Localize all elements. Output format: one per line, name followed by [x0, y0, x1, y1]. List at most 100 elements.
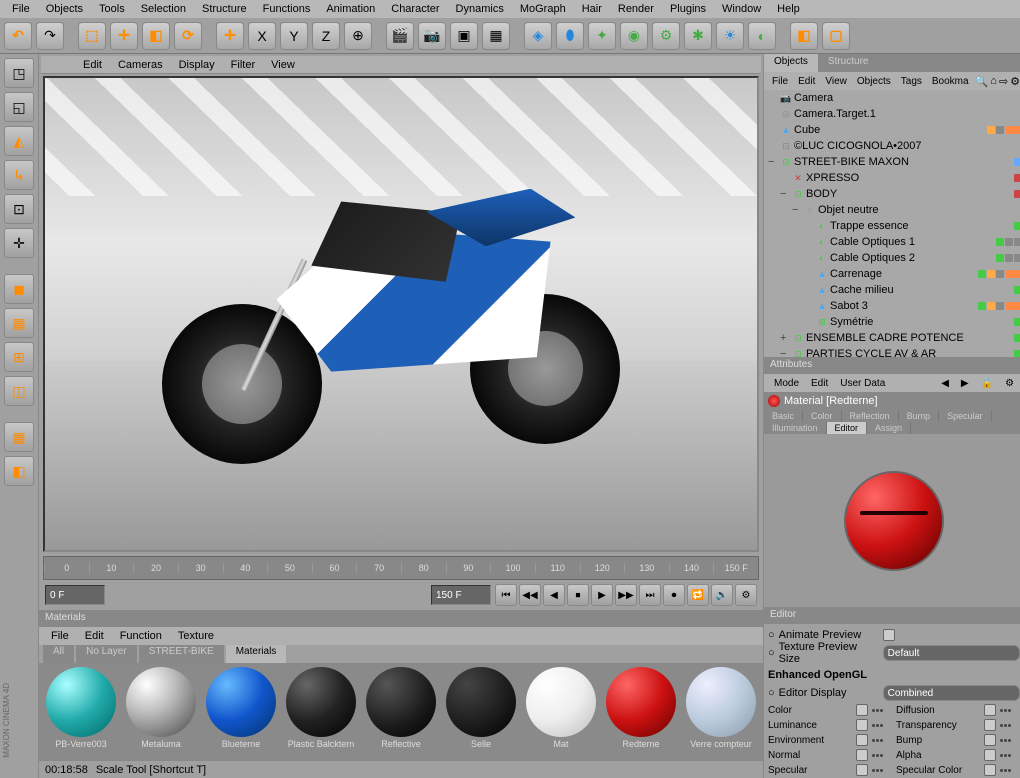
tool-button[interactable]: ◼ — [4, 274, 34, 304]
playback-button[interactable]: ⏮ — [495, 584, 517, 606]
tree-expand-icon[interactable]: − — [780, 188, 790, 200]
playback-button[interactable]: 🔁 — [687, 584, 709, 606]
tag-icon[interactable] — [1014, 270, 1020, 278]
tree-row[interactable]: ◐ Cable Optiques 1 — [764, 234, 1020, 250]
tree-row[interactable]: ▲ Cube — [764, 122, 1020, 138]
playback-button[interactable]: ⏹ — [567, 584, 589, 606]
tag-icon[interactable] — [996, 126, 1004, 134]
channel-menu-icon[interactable] — [872, 754, 892, 757]
toolbar-button[interactable]: ▢ — [822, 22, 850, 50]
material-item[interactable]: Reflective — [363, 667, 439, 756]
materials-menu-texture[interactable]: Texture — [172, 630, 220, 642]
tag-icon[interactable] — [1005, 254, 1013, 262]
toolbar-button[interactable]: X — [248, 22, 276, 50]
tree-row[interactable]: ▲ Sabot 3 — [764, 298, 1020, 314]
tool-button[interactable]: ◭ — [4, 126, 34, 156]
tool-button[interactable]: ⊞ — [4, 342, 34, 372]
objects-menu-bookma[interactable]: Bookma — [928, 76, 973, 87]
toolbar-button[interactable]: ✦ — [588, 22, 616, 50]
tree-expand-icon[interactable]: − — [792, 204, 802, 216]
tex-preview-size-dropdown[interactable]: Default — [883, 645, 1020, 661]
tool-button[interactable]: ◫ — [4, 376, 34, 406]
objects-menu-edit[interactable]: Edit — [794, 76, 819, 87]
tag-icon[interactable] — [1014, 286, 1020, 294]
objects-toolbar-icon[interactable]: ⇨ — [999, 75, 1008, 88]
tag-icon[interactable] — [1014, 190, 1020, 198]
menu-file[interactable]: File — [6, 3, 36, 15]
objects-tab-structure[interactable]: Structure — [818, 54, 879, 72]
tool-button[interactable]: ▦ — [4, 308, 34, 338]
tag-icon[interactable] — [1014, 238, 1020, 246]
channel-checkbox[interactable] — [984, 719, 996, 731]
menu-plugins[interactable]: Plugins — [664, 3, 712, 15]
tree-row[interactable]: ✕ XPRESSO — [764, 170, 1020, 186]
toolbar-button[interactable]: ✛ — [110, 22, 138, 50]
menu-character[interactable]: Character — [385, 3, 445, 15]
materials-tab[interactable]: Materials — [226, 645, 287, 663]
tree-row[interactable]: 📷 Camera — [764, 90, 1020, 106]
toolbar-button[interactable]: ⊕ — [344, 22, 372, 50]
tree-row[interactable]: ⊡ ©LUC CICOGNOLA•2007 — [764, 138, 1020, 154]
toolbar-button[interactable]: 📷 — [418, 22, 446, 50]
tag-icon[interactable] — [996, 238, 1004, 246]
lock-icon[interactable]: 🔒 — [977, 378, 997, 389]
tag-icon[interactable] — [1014, 254, 1020, 262]
material-item[interactable]: Plastic Balcktern — [283, 667, 359, 756]
channel-menu-icon[interactable] — [872, 739, 892, 742]
channel-menu-icon[interactable] — [1000, 769, 1020, 772]
tree-row[interactable]: − ⊡ STREET-BIKE MAXON — [764, 154, 1020, 170]
toolbar-button[interactable]: ▣ — [450, 22, 478, 50]
toolbar-button[interactable]: ◉ — [620, 22, 648, 50]
channel-menu-icon[interactable] — [1000, 724, 1020, 727]
tag-icon[interactable] — [1014, 302, 1020, 310]
tag-icon[interactable] — [987, 302, 995, 310]
tree-row[interactable]: ◎ Camera.Target.1 — [764, 106, 1020, 122]
toolbar-button[interactable]: ✛ — [216, 22, 244, 50]
tag-icon[interactable] — [1014, 174, 1020, 182]
menu-structure[interactable]: Structure — [196, 3, 253, 15]
tag-icon[interactable] — [1005, 126, 1013, 134]
playback-button[interactable]: ▶ — [591, 584, 613, 606]
tool-button[interactable]: ↳ — [4, 160, 34, 190]
tag-icon[interactable] — [978, 302, 986, 310]
channel-menu-icon[interactable] — [872, 769, 892, 772]
menu-window[interactable]: Window — [716, 3, 767, 15]
playback-button[interactable]: ⏭ — [639, 584, 661, 606]
viewport-menu-filter[interactable]: Filter — [225, 59, 261, 71]
tool-button[interactable]: ◳ — [4, 58, 34, 88]
objects-menu-objects[interactable]: Objects — [853, 76, 895, 87]
channel-checkbox[interactable] — [984, 764, 996, 776]
channel-checkbox[interactable] — [984, 734, 996, 746]
tag-icon[interactable] — [1014, 222, 1020, 230]
tag-icon[interactable] — [987, 126, 995, 134]
frame-end-field[interactable]: 150 F — [431, 585, 491, 605]
tag-icon[interactable] — [1014, 126, 1020, 134]
menu-hair[interactable]: Hair — [576, 3, 608, 15]
tag-icon[interactable] — [996, 302, 1004, 310]
materials-tab[interactable]: No Layer — [76, 645, 137, 663]
channel-checkbox[interactable] — [856, 734, 868, 746]
attr-nav-icon[interactable]: ◀ — [937, 378, 953, 389]
playback-button[interactable]: ◀◀ — [519, 584, 541, 606]
playback-button[interactable]: 🔊 — [711, 584, 733, 606]
tool-button[interactable]: ◱ — [4, 92, 34, 122]
animate-preview-checkbox[interactable] — [883, 629, 895, 641]
objects-menu-file[interactable]: File — [768, 76, 792, 87]
objects-menu-view[interactable]: View — [821, 76, 851, 87]
menu-objects[interactable]: Objects — [40, 3, 89, 15]
toolbar-button[interactable]: ⬚ — [78, 22, 106, 50]
frame-start-field[interactable]: 0 F — [45, 585, 105, 605]
tree-row[interactable]: − ○ Objet neutre — [764, 202, 1020, 218]
playback-button[interactable]: ⚙ — [735, 584, 757, 606]
channel-checkbox[interactable] — [984, 749, 996, 761]
toolbar-button[interactable]: 🎬 — [386, 22, 414, 50]
viewport-3d[interactable] — [43, 76, 759, 552]
toolbar-button[interactable]: ⚙ — [652, 22, 680, 50]
channel-checkbox[interactable] — [856, 704, 868, 716]
tree-expand-icon[interactable]: + — [780, 332, 790, 344]
material-item[interactable]: Redterne — [603, 667, 679, 756]
channel-menu-icon[interactable] — [1000, 709, 1020, 712]
tree-expand-icon[interactable]: − — [768, 156, 778, 168]
materials-tab[interactable]: All — [43, 645, 74, 663]
toolbar-button[interactable]: ◧ — [142, 22, 170, 50]
